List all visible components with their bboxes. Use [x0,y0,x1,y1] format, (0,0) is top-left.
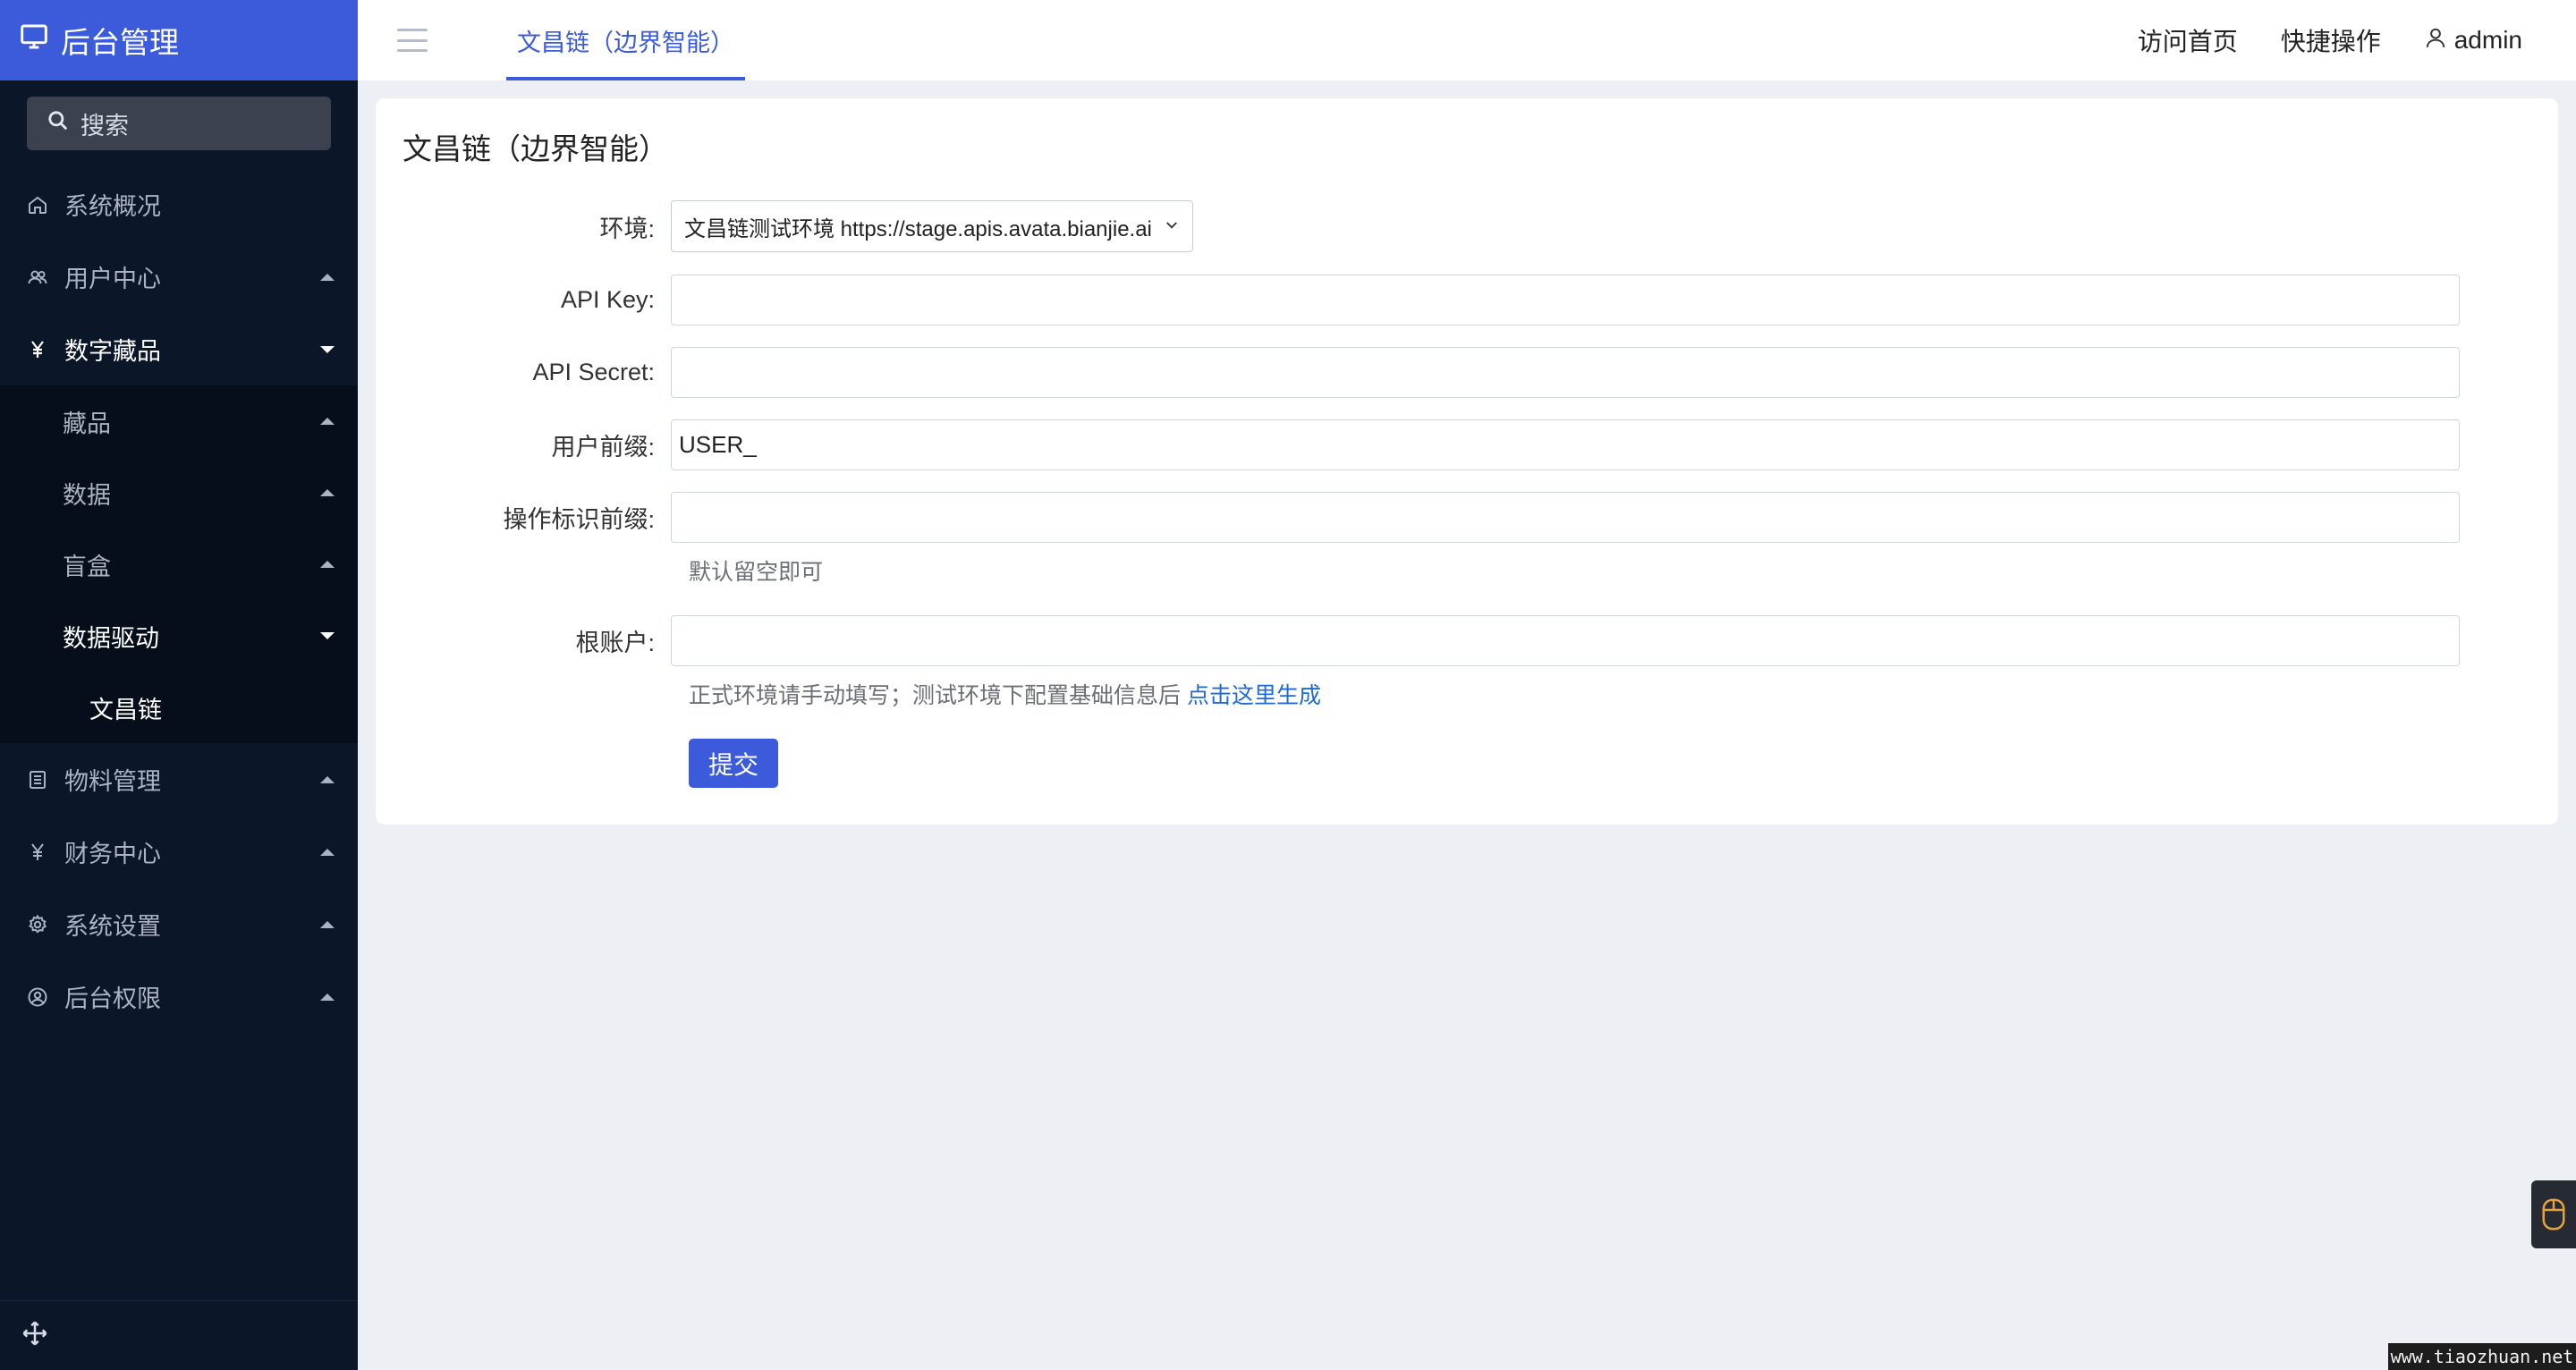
search-box[interactable]: 搜索 [27,97,331,150]
monitor-icon [20,22,48,58]
visit-home-link[interactable]: 访问首页 [2138,22,2238,58]
caret-up-icon [320,848,335,856]
sidebar-item-label: 数据驱动 [63,624,159,652]
topbar-actions: 访问首页 快捷操作 admin [2138,22,2522,58]
caret-up-icon [320,418,335,425]
move-icon[interactable] [21,1320,48,1351]
op-prefix-input[interactable] [671,492,2460,543]
sidebar-item-label: 文昌链 [89,696,162,723]
topbar: 文昌链（边界智能） 访问首页 快捷操作 admin [358,0,2576,80]
api-key-input[interactable] [671,275,2460,326]
sidebar-item-label: 用户中心 [64,266,161,292]
mouse-icon [2542,1198,2565,1230]
sidebar-item-label: 数字藏品 [64,338,161,365]
env-select[interactable]: 文昌链测试环境 https://stage.apis.avata.bianjie… [671,200,1193,252]
sidebar-item-blind-box[interactable]: 盲盒 [0,529,358,600]
form-row-api-secret: API Secret: [376,347,2558,398]
sidebar-item-collectibles[interactable]: 藏品 [0,385,358,457]
root-account-label: 根账户: [575,630,655,656]
user-circle-icon [27,986,57,1008]
api-secret-input[interactable] [671,347,2460,398]
form-row-api-key: API Key: [376,275,2558,326]
search-icon [47,109,70,139]
user-prefix-input[interactable]: USER_ [671,419,2460,470]
sidebar-item-wenchang-chain[interactable]: 文昌链 [0,672,358,743]
sidebar-item-admin-permissions[interactable]: 后台权限 [0,960,358,1033]
root-hint-text: 正式环境请手动填写；测试环境下配置基础信息后 [689,683,1187,708]
form-row-op-prefix: 操作标识前缀: [376,492,2558,543]
env-label: 环境: [599,215,655,242]
yen-icon [27,841,57,863]
sidebar-item-overview[interactable]: 系统概况 [0,168,358,241]
sidebar-item-user-center[interactable]: 用户中心 [0,241,358,313]
caret-down-icon [320,345,335,353]
api-key-label: API Key: [560,286,655,313]
caret-up-icon [320,993,335,1001]
caret-up-icon [320,489,335,496]
floating-widget[interactable] [2531,1180,2576,1248]
env-select-value: 文昌链测试环境 https://stage.apis.avata.bianjie… [684,216,1152,241]
form-row-env: 环境: 文昌链测试环境 https://stage.apis.avata.bia… [376,200,2558,252]
watermark: www.tiaozhuan.net [2388,1343,2576,1370]
sidebar-item-data-driver[interactable]: 数据驱动 [0,600,358,672]
user-icon [2424,26,2447,55]
tab-wenchang-chain[interactable]: 文昌链（边界智能） [506,0,745,80]
username: admin [2453,26,2522,54]
sidebar-item-label: 系统设置 [64,913,161,940]
quick-ops-link[interactable]: 快捷操作 [2281,22,2381,58]
user-prefix-label: 用户前缀: [551,434,655,461]
sidebar-item-label: 藏品 [63,410,111,437]
sidebar-footer [0,1300,358,1370]
document-icon [27,769,57,791]
sidebar-item-label: 数据 [63,481,111,509]
caret-down-icon [320,632,335,639]
root-account-input[interactable] [671,615,2460,666]
generate-link[interactable]: 点击这里生成 [1187,683,1321,708]
brand-title: 后台管理 [61,26,179,59]
caret-up-icon [320,273,335,281]
sidebar-item-label: 后台权限 [64,985,161,1012]
submenu-digital-collectibles: 藏品 数据 盲盒 数据驱动 文昌链 [0,385,358,743]
caret-up-icon [320,561,335,568]
user-menu[interactable]: admin [2424,26,2522,55]
caret-up-icon [320,775,335,783]
settings-card: 文昌链（边界智能） 环境: 文昌链测试环境 https://stage.apis… [376,98,2558,825]
form-row-root-account: 根账户: [376,615,2558,666]
api-secret-label: API Secret: [532,359,655,385]
op-prefix-label: 操作标识前缀: [503,506,655,533]
sidebar-item-materials[interactable]: 物料管理 [0,743,358,816]
home-icon [27,194,57,216]
sidebar-menu: 系统概况 用户中心 数字藏品 藏品 数据 盲盒 数据驱动 文昌链 物料管理 财务… [0,168,358,1033]
sidebar: 后台管理 搜索 系统概况 用户中心 数字藏品 藏品 数据 盲盒 数据驱动 文昌链… [0,0,358,1370]
search-label: 搜索 [80,112,129,140]
sidebar-item-digital-collectibles[interactable]: 数字藏品 [0,313,358,385]
users-icon [27,266,57,288]
sidebar-item-settings[interactable]: 系统设置 [0,888,358,960]
sidebar-item-label: 系统概况 [64,193,161,220]
sidebar-item-label: 物料管理 [64,768,161,795]
yen-icon [27,339,57,360]
submit-button[interactable]: 提交 [689,739,778,788]
sidebar-item-data[interactable]: 数据 [0,457,358,529]
root-account-hint: 正式环境请手动填写；测试环境下配置基础信息后 点击这里生成 [689,678,1321,710]
sidebar-item-label: 盲盒 [63,553,111,580]
sidebar-item-finance[interactable]: 财务中心 [0,816,358,888]
sidebar-item-label: 财务中心 [64,841,161,867]
page-title: 文昌链（边界智能） [402,132,668,165]
gear-icon [27,913,57,935]
form-row-user-prefix: 用户前缀: USER_ [376,419,2558,470]
op-prefix-hint: 默认留空即可 [689,560,824,585]
menu-toggle-icon[interactable] [397,29,428,52]
caret-up-icon [320,920,335,928]
chevron-down-icon [1166,222,1177,229]
brand[interactable]: 后台管理 [0,0,358,80]
